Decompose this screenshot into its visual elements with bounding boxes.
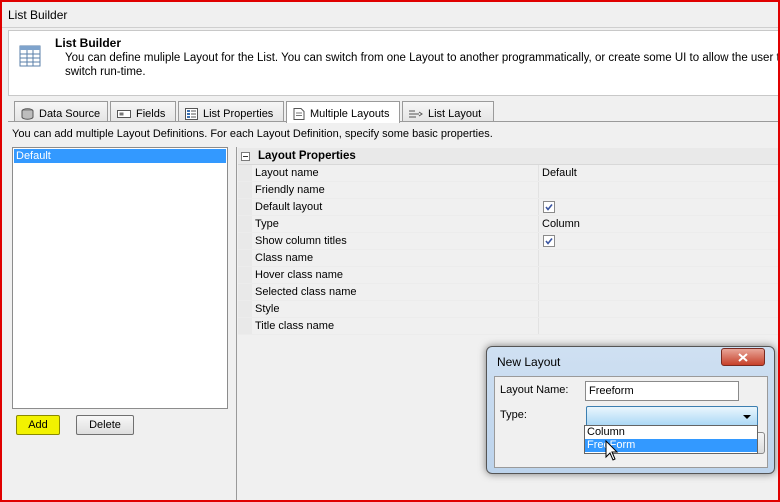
tab-label: Data Source	[39, 107, 101, 120]
layout-list[interactable]: Default	[12, 147, 228, 409]
property-row[interactable]: Selected class name	[238, 284, 778, 301]
property-value[interactable]	[539, 284, 778, 300]
property-value[interactable]	[539, 301, 778, 317]
property-category[interactable]: Layout Properties	[238, 148, 778, 165]
dropdown-option[interactable]: Column	[585, 426, 757, 439]
property-name: Type	[252, 216, 539, 232]
property-name: Style	[252, 301, 539, 317]
mouse-cursor-icon	[605, 440, 619, 461]
property-value[interactable]: Column	[539, 216, 778, 232]
fields-icon	[117, 109, 131, 118]
window-titlebar: List Builder	[2, 2, 778, 28]
tab-fields[interactable]: Fields	[110, 101, 176, 122]
header-title: List Builder	[55, 36, 122, 50]
layout-name-label: Layout Name:	[500, 384, 569, 396]
panel-splitter[interactable]	[236, 147, 237, 500]
tab-strip: Data Source Fields List Properties Multi…	[10, 101, 778, 123]
close-icon	[738, 352, 748, 362]
property-value[interactable]	[539, 182, 778, 198]
properties-icon	[185, 107, 198, 120]
property-name: Class name	[252, 250, 539, 266]
property-row[interactable]: Type Column	[238, 216, 778, 233]
property-value[interactable]	[539, 318, 778, 334]
delete-button[interactable]: Delete	[76, 415, 134, 435]
show-column-titles-checkbox[interactable]	[543, 235, 555, 247]
property-name: Friendly name	[252, 182, 539, 198]
header-description: You can define muliple Layout for the Li…	[65, 52, 780, 78]
type-label: Type:	[500, 409, 527, 421]
dialog-title: New Layout	[497, 355, 561, 369]
tab-label: List Layout	[428, 107, 482, 120]
layouts-icon	[293, 108, 305, 120]
tab-list-properties[interactable]: List Properties	[178, 101, 284, 122]
close-button[interactable]	[721, 348, 765, 366]
window-title: List Builder	[8, 8, 68, 22]
collapse-icon[interactable]	[241, 151, 250, 161]
property-grid: Layout Properties Layout name Default Fr…	[238, 148, 778, 335]
property-name: Hover class name	[252, 267, 539, 283]
property-value[interactable]	[539, 267, 778, 283]
chevron-down-icon	[743, 415, 751, 419]
tab-label: Fields	[136, 107, 166, 120]
category-label: Layout Properties	[258, 150, 356, 162]
layout-name-input[interactable]: Freeform	[585, 381, 739, 401]
header-panel: List Builder You can define muliple Layo…	[8, 30, 780, 96]
property-value[interactable]	[539, 250, 778, 266]
property-row[interactable]: Class name	[238, 250, 778, 267]
screenshot-frame: List Builder List Builder You can define…	[0, 0, 780, 502]
checkmark-icon	[545, 204, 553, 211]
property-name: Title class name	[252, 318, 539, 334]
tab-data-source[interactable]: Data Source	[14, 101, 108, 122]
property-name: Default layout	[252, 199, 539, 215]
database-icon	[21, 107, 34, 120]
property-row[interactable]: Show column titles	[238, 233, 778, 250]
tab-label: Multiple Layouts	[310, 108, 390, 120]
list-item[interactable]: Default	[14, 149, 226, 163]
property-value[interactable]: Default	[539, 165, 778, 181]
new-layout-dialog: New Layout Layout Name: Freeform Type:	[486, 346, 775, 474]
property-value[interactable]	[539, 233, 778, 249]
property-name: Show column titles	[252, 233, 539, 249]
property-row[interactable]: Layout name Default	[238, 165, 778, 182]
property-name: Layout name	[252, 165, 539, 181]
property-value[interactable]	[539, 199, 778, 215]
property-row[interactable]: Friendly name	[238, 182, 778, 199]
dialog-body: Layout Name: Freeform Type:	[494, 376, 768, 468]
tab-label: List Properties	[203, 107, 274, 120]
property-row[interactable]: Hover class name	[238, 267, 778, 284]
tab-multiple-layouts[interactable]: Multiple Layouts	[286, 101, 400, 123]
property-row[interactable]: Style	[238, 301, 778, 318]
list-builder-icon	[19, 45, 41, 67]
property-row[interactable]: Default layout	[238, 199, 778, 216]
add-button[interactable]: Add	[16, 415, 60, 435]
default-layout-checkbox[interactable]	[543, 201, 555, 213]
tab-list-layout[interactable]: List Layout	[402, 101, 494, 122]
checkmark-icon	[545, 238, 553, 245]
instruction-text: You can add multiple Layout Definitions.…	[12, 128, 493, 140]
type-select[interactable]	[586, 406, 758, 427]
property-name: Selected class name	[252, 284, 539, 300]
list-layout-icon	[409, 110, 423, 117]
property-row[interactable]: Title class name	[238, 318, 778, 335]
